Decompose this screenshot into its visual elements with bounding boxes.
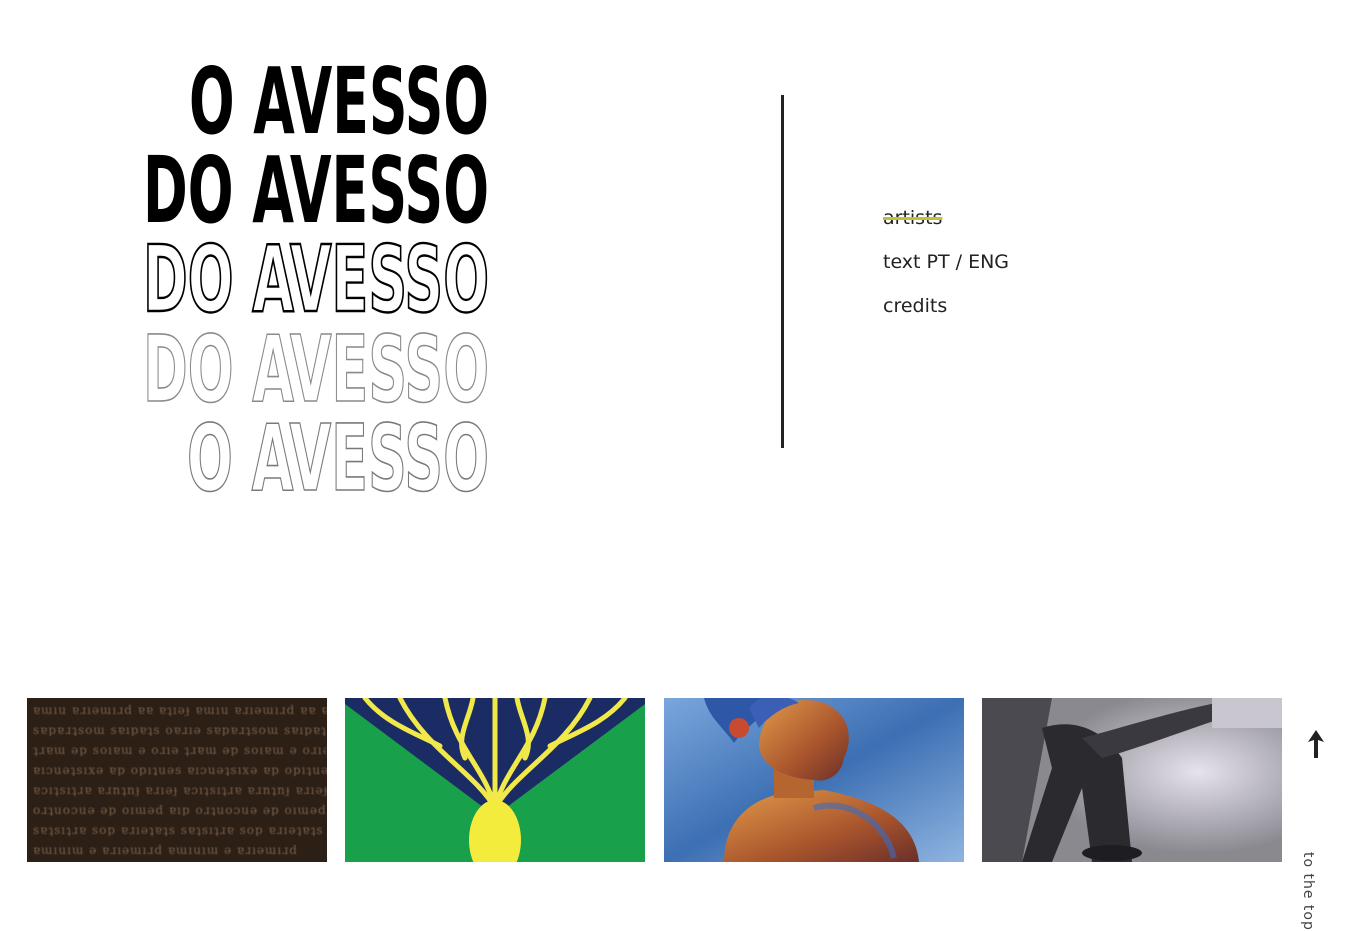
tile-text-line: oɹʇuoɔuǝ ǝp oıɯǝd ɐıp oɹʇuoɔuǝ ǝp oıɯǝd … [33, 804, 327, 816]
tile-text-line: ɐɯıuıɯ ǝ ɐɹıǝɯıɹd ɐɯıuıɯ ǝ ɐɹıǝɯıɹd [33, 844, 298, 856]
tile-statue-collage [664, 698, 964, 862]
tile-figure-photo [982, 698, 1282, 862]
main-nav: artists text PT / ENG credits [883, 203, 1009, 335]
gallery-tile-1[interactable]: ɐɯıu ɐɹıǝɯıɹd ɐɐ ɐʇıǝɟ ɐɯıu ɐɹıǝɯıɹd ɐɐ … [27, 698, 327, 862]
tile-flag-graphic [345, 698, 645, 862]
tile-text-line: ɐɯıu ɐɹıǝɯıɹd ɐɐ ɐʇıǝɟ ɐɯıu ɐɹıǝɯıɹd ɐɐ … [33, 704, 327, 716]
tile-text-line: sɐpɐɹʇsoɯ sɐıpɐʇs oɐɹıǝ sɐpɐɹʇsoɯ sɐıpɐʇ… [33, 724, 327, 736]
back-to-top-label: to the top [1300, 852, 1316, 931]
gallery-tile-4[interactable] [982, 698, 1282, 862]
nav-item-text[interactable]: text PT / ENG [883, 247, 1009, 291]
vertical-divider [781, 95, 784, 448]
tile-text-line: ʇɹɐɯ ǝp soıɐɯ ǝ oɹıǝ ʇɹɐɯ ǝp soıɐɯ ǝ oɹı… [33, 744, 327, 756]
svg-text:O AVESSO: O AVESSO [187, 405, 489, 495]
arrow-up-icon [1308, 730, 1324, 758]
logo-line-5: O AVESSO [186, 404, 489, 495]
site-logo[interactable]: O AVESSO DO AVESSO DO AVESSO DO AVESSO O… [143, 55, 489, 495]
nav-item-credits[interactable]: credits [883, 291, 1009, 335]
tile-text-line: ɐɔıʇsıʇɹɐ ɐɹnʇnɟ ɐɹıǝɟ ɐɔıʇsıʇɹɐ ɐɹnʇnɟ … [33, 784, 327, 796]
gallery-tile-3[interactable] [664, 698, 964, 862]
back-to-top[interactable]: to the top [1299, 728, 1333, 931]
gallery-tile-2[interactable] [345, 698, 645, 862]
tile-text-line: ɐıɔuǝʇsıxǝ ɐp opıʇuǝs ɐıɔuǝʇsıxǝ ɐp opıʇ… [33, 764, 327, 776]
tile-text-line: sɐʇsıʇɹɐ sop ɐɹıǝʇɐʇs sɐʇsıʇɹɐ sop ɐɹıǝʇ… [33, 824, 324, 836]
nav-item-artists[interactable]: artists [883, 203, 1009, 247]
